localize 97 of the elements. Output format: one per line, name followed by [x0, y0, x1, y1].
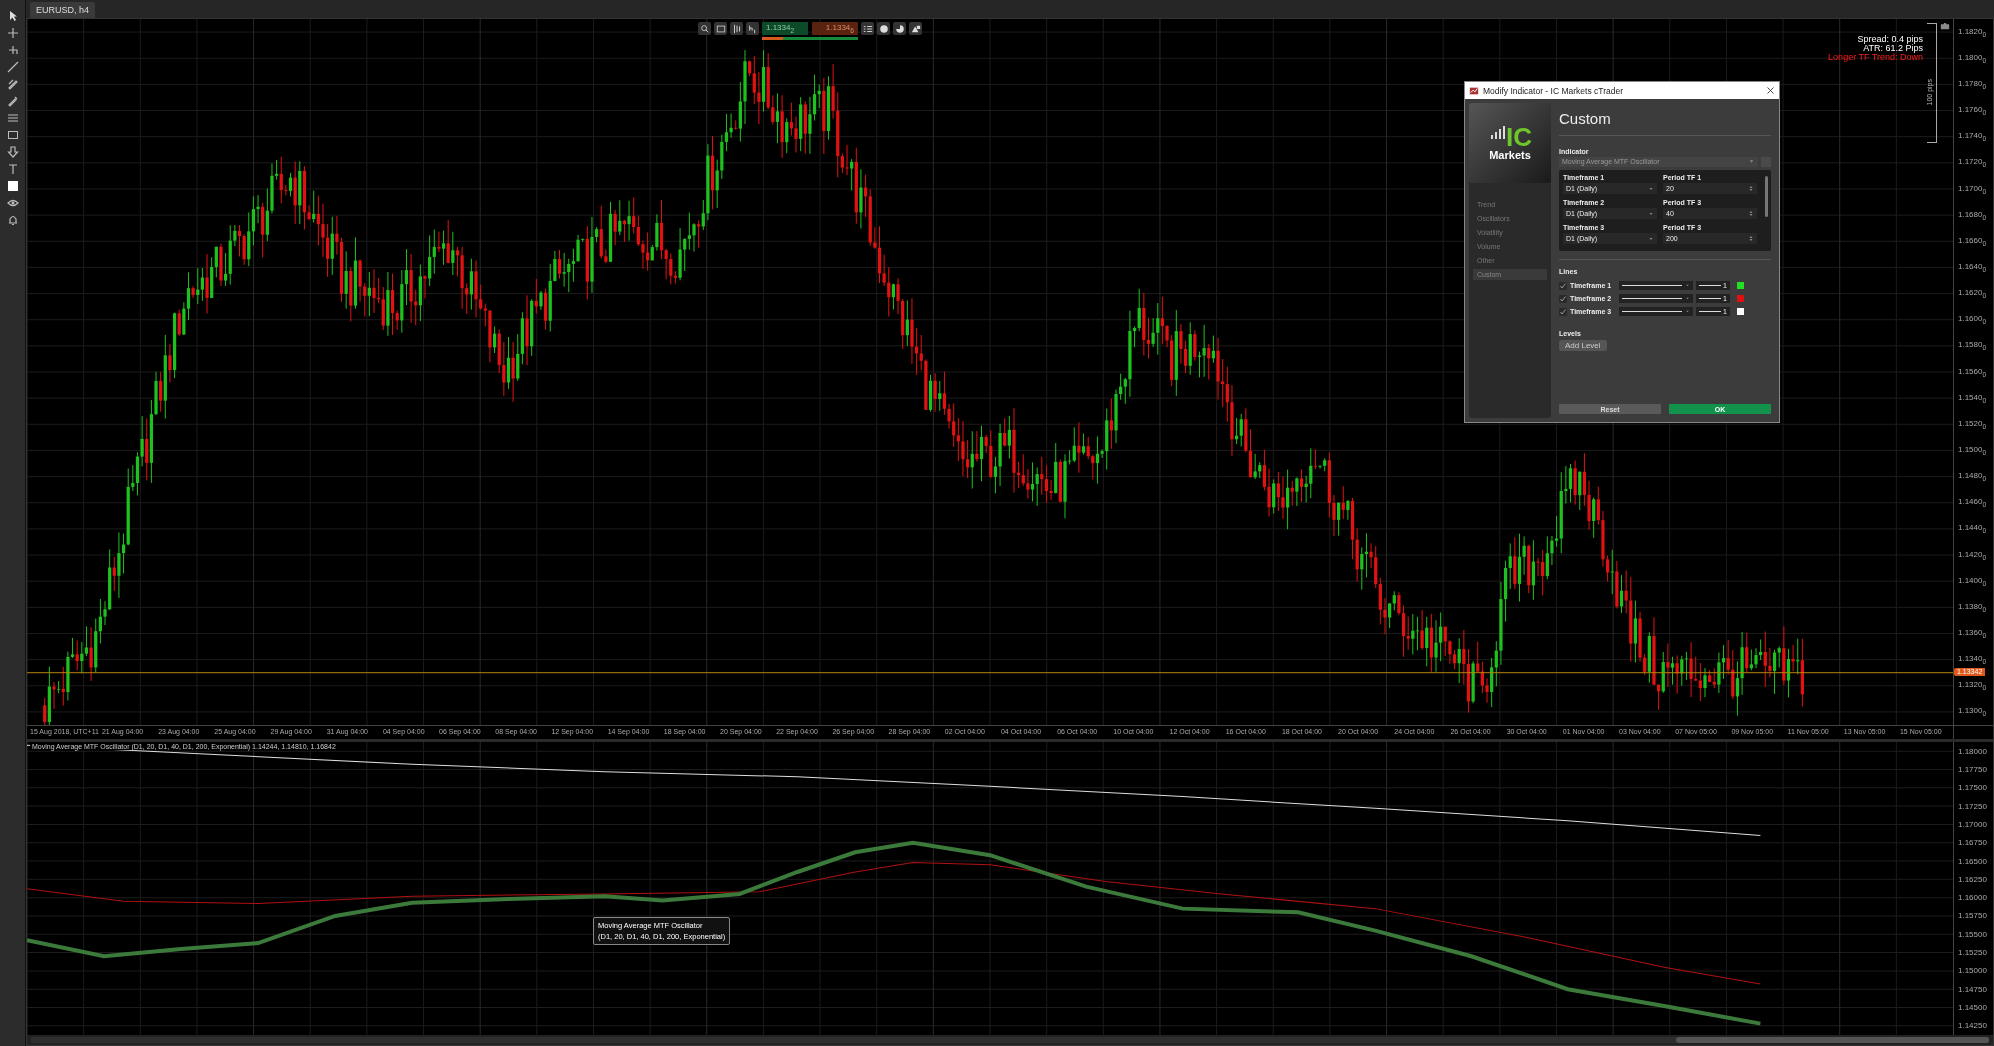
price-axis-label: 1.1680$_{0}$: [1958, 209, 1987, 221]
indicator-axis-label: 1.16750: [1958, 838, 1987, 848]
price-axis-label: 1.1600$_{0}$: [1958, 314, 1987, 325]
price-axis-label: 1.1300$_{0}$: [1958, 706, 1987, 717]
price-axis-label: 1.1520$_{0}$: [1958, 418, 1987, 430]
candles-icon[interactable]: [731, 23, 742, 34]
scrollbar-thumb[interactable]: [1675, 1037, 1989, 1043]
logo-mark: IC: [1506, 125, 1532, 149]
color-swatch[interactable]: [1737, 308, 1744, 315]
spinner-arrows-icon: [1748, 235, 1754, 242]
price-axis-label: 1.1360$_{0}$: [1958, 628, 1987, 639]
magnifier-icon[interactable]: [699, 23, 710, 34]
price-axis-label: 1.1500$_{0}$: [1958, 445, 1987, 456]
indicator-axis-label: 1.17250: [1958, 801, 1987, 811]
price-axis-label: 1.1560$_{0}$: [1958, 366, 1987, 378]
price-axis-label: 1.1740$_{0}$: [1958, 131, 1987, 142]
price-axis-label: 1.1540$_{0}$: [1958, 392, 1987, 404]
line-style-dropdown[interactable]: [1619, 294, 1693, 303]
price-axis-label: 1.1420$_{0}$: [1958, 549, 1987, 561]
indicator-axis-label: 1.15500: [1958, 929, 1987, 939]
spinner-arrows-icon: [1748, 185, 1754, 192]
text-icon[interactable]: [6, 163, 19, 175]
price-axis-label: 1.1700$_{0}$: [1958, 183, 1987, 195]
price-axis-label: 1.1400$_{0}$: [1958, 575, 1987, 587]
indicator-axis-label: 1.14500: [1958, 1003, 1987, 1013]
bars-icon: [1491, 125, 1507, 139]
indicator-axis-label: 1.17500: [1958, 783, 1987, 793]
price-axis-label: 1.1660$_{0}$: [1958, 235, 1987, 247]
app-icon: [1469, 85, 1479, 96]
price-axis-label: 1.1440$_{0}$: [1958, 523, 1987, 535]
timeframe-icon[interactable]: [747, 23, 758, 34]
checkbox[interactable]: [1559, 294, 1567, 303]
price-axis-label: 1.1620$_{0}$: [1958, 288, 1987, 299]
buy-button[interactable]: 1.1334$_{2}$: [762, 22, 808, 35]
indicator-axis-label: 1.15750: [1958, 911, 1987, 921]
price-axis-label: 1.1460$_{0}$: [1958, 497, 1987, 508]
crosshair-icon[interactable]: [6, 27, 19, 39]
checkbox[interactable]: [1559, 307, 1567, 316]
caret-icon: [1748, 158, 1755, 165]
indicator-axis-label: 1.16250: [1958, 874, 1987, 884]
close-icon[interactable]: [1766, 86, 1775, 95]
sell-button[interactable]: 1.1334$_{6}$: [812, 22, 858, 35]
camera-icon[interactable]: [1939, 21, 1951, 31]
bell-icon[interactable]: [6, 214, 19, 226]
checkbox[interactable]: [1559, 281, 1567, 290]
trend-warning: Longer TF Trend: Down: [1828, 53, 1923, 62]
caret-icon: [1685, 296, 1690, 301]
indicator-axis-label: 1.16000: [1958, 893, 1987, 903]
indicator-axis-label: 1.15000: [1958, 966, 1987, 976]
info-text: Spread: 0.4 pips: [1857, 35, 1923, 44]
line-style-dropdown[interactable]: [1619, 307, 1693, 316]
logo-word: Markets: [1489, 149, 1531, 161]
shapes-icon[interactable]: [910, 23, 921, 34]
price-axis-label: 1.1760$_{0}$: [1958, 105, 1987, 116]
info-text: ATR: 61.2 Pips: [1863, 44, 1923, 53]
line-style-dropdown[interactable]: [1619, 281, 1693, 290]
price-axis-label: 1.1580$_{0}$: [1958, 340, 1987, 352]
spinner-arrows-icon: [1748, 210, 1754, 217]
price-axis-label: 1.1340$_{0}$: [1958, 654, 1987, 665]
indicator-axis-label: 1.14750: [1958, 984, 1987, 994]
indicator-axis-label: 1.15250: [1958, 948, 1987, 958]
scrollbar[interactable]: [31, 1037, 1989, 1043]
dialog-heading: Custom: [1559, 107, 1771, 136]
pie-icon[interactable]: [894, 23, 905, 34]
color-swatch[interactable]: [1737, 282, 1744, 289]
price-axis-label: 1.1800$_{0}$: [1958, 52, 1987, 64]
price-axis-label: 1.1380$_{0}$: [1958, 601, 1987, 613]
indicator-axis-label: 1.14250: [1958, 1021, 1987, 1031]
symbol-tab[interactable]: EURUSD, h4: [30, 2, 95, 18]
indicator-axis-label: 1.17750: [1958, 764, 1987, 774]
indicator-axis-label: 1.18000: [1958, 746, 1987, 756]
line-icon[interactable]: [6, 61, 19, 73]
rectangle-icon[interactable]: [6, 129, 19, 141]
dialog-title: Modify Indicator - IC Markets cTrader: [1483, 85, 1624, 96]
arrow-down-icon[interactable]: [6, 146, 19, 158]
color-square-icon[interactable]: [6, 180, 19, 192]
eye-icon[interactable]: [6, 197, 19, 209]
scrollbar-thumb[interactable]: [1765, 176, 1768, 218]
indicator-axis-label: 1.17000: [1958, 819, 1987, 829]
price-axis-label: 1.1640$_{0}$: [1958, 262, 1987, 273]
caret-icon: [1685, 283, 1690, 288]
price-axis-label: 1.1480$_{0}$: [1958, 471, 1987, 482]
color-swatch[interactable]: [1737, 295, 1744, 302]
pencil-icon[interactable]: [6, 95, 19, 107]
caret-icon: [1685, 309, 1690, 314]
price-axis-label: 1.1720$_{0}$: [1958, 157, 1987, 169]
add-level-button[interactable]: Add Level: [1559, 340, 1607, 351]
list-icon[interactable]: [862, 23, 873, 34]
window-icon[interactable]: [715, 23, 726, 34]
circle-icon[interactable]: [878, 23, 889, 34]
caret-icon: [1648, 235, 1654, 242]
caret-icon: [1648, 185, 1654, 192]
price-axis-label: 1.1780$_{0}$: [1958, 79, 1987, 90]
price-axis-label: 1.1320$_{0}$: [1958, 680, 1987, 691]
indicator-axis-label: 1.16500: [1958, 856, 1987, 866]
price-axis-label: 1.1820$_{0}$: [1958, 26, 1987, 38]
caret-icon: [1648, 210, 1654, 217]
